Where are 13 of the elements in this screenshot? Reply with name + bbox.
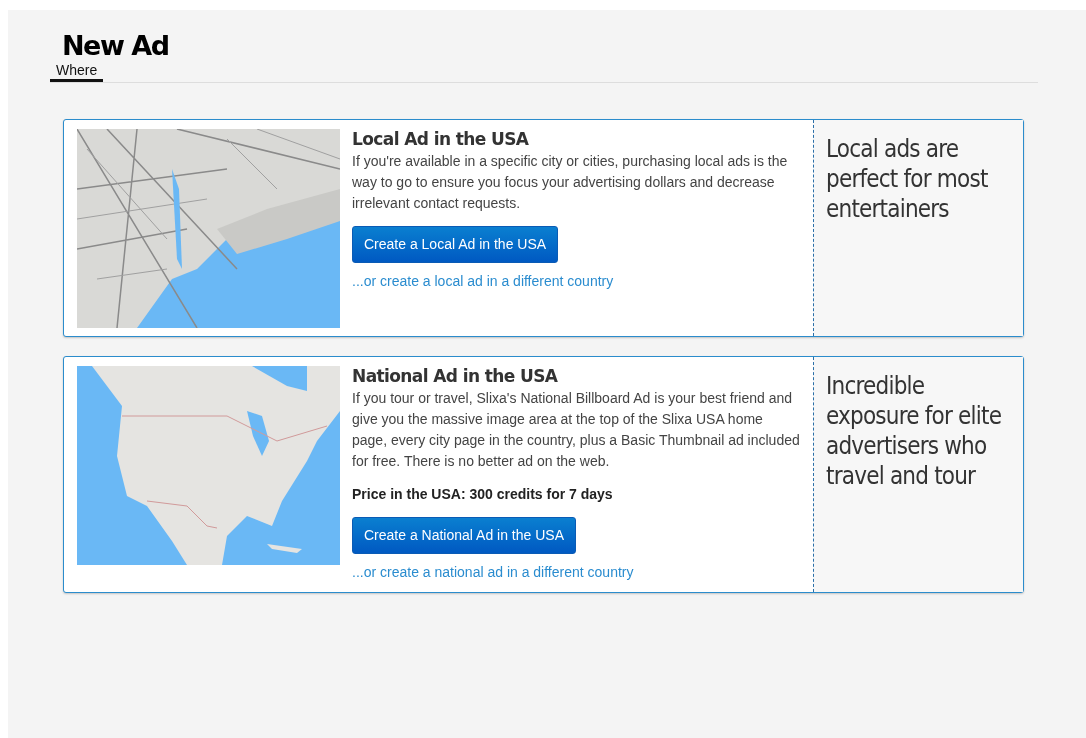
ad-title: Local Ad in the USA [352, 129, 530, 151]
other-country-link[interactable]: ...or create a local ad in a different country [352, 270, 614, 292]
page-title: New Ad [62, 30, 170, 63]
ad-tagline: Local ads are perfect for most entertainers [826, 134, 989, 225]
ad-description: If you tour or travel, Slixa's National Billboard Ad is your best friend and give you the massive image area at the top of the Slixa USA home page, every city page in the country, plus a Basic Thumbnail ad included for free. There is no better ad on the web. [352, 388, 801, 471]
create-ad-button[interactable]: Create a Local Ad in the USA [352, 225, 559, 263]
tab[interactable]: Where [50, 62, 104, 83]
ad-description: If you're available in a specific city or cities, purchasing local ads is the way to go to ensure you focus your advertising dollars and decrease irrelevant contact requests. [352, 151, 789, 213]
ad-tagline: Incredible exposure for elite advertisers who travel and tour [826, 371, 1003, 492]
other-country-link[interactable]: ...or create a national ad in a different country [352, 561, 634, 583]
price-text: Price in the USA: 300 credits for 7 days [352, 484, 614, 504]
create-ad-button[interactable]: Create a National Ad in the USA [352, 516, 576, 554]
ad-title: National Ad in the USA [352, 366, 559, 388]
